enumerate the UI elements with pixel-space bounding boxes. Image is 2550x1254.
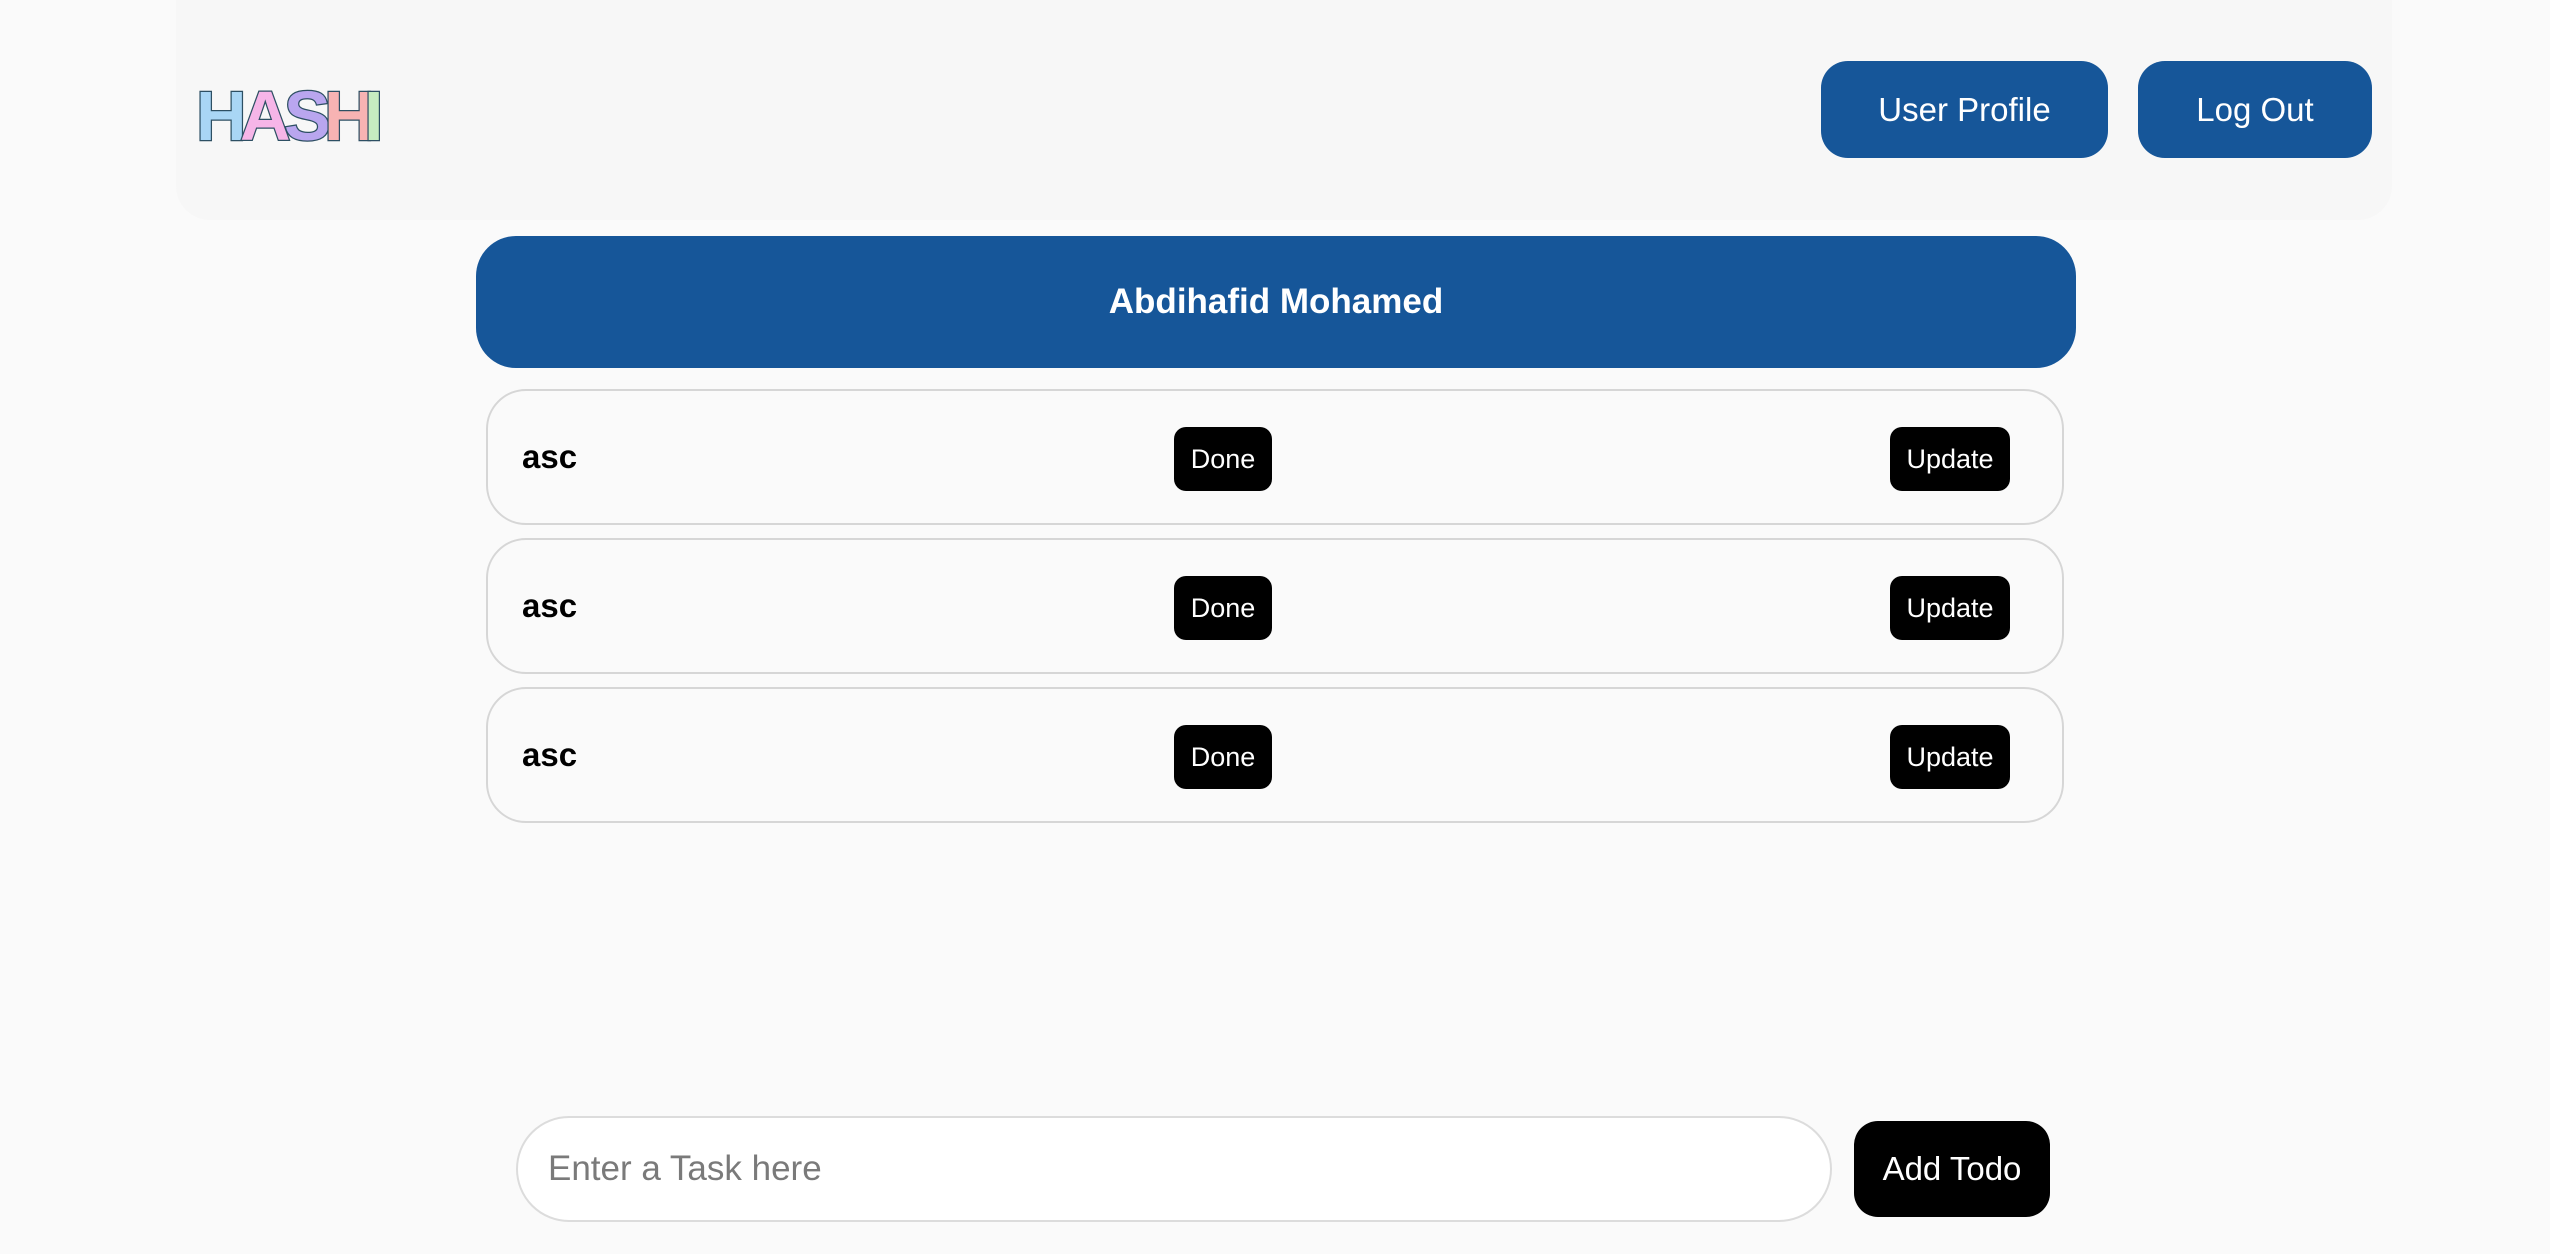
todo-text: asc bbox=[522, 438, 578, 475]
todo-text: asc bbox=[522, 736, 578, 773]
todo-item: asc Done Update bbox=[486, 687, 2064, 823]
update-button[interactable]: Update bbox=[1890, 427, 2010, 491]
done-button[interactable]: Done bbox=[1174, 427, 1272, 491]
update-button[interactable]: Update bbox=[1890, 576, 2010, 640]
user-profile-button[interactable]: User Profile bbox=[1821, 61, 2108, 158]
svg-text:H: H bbox=[196, 77, 247, 150]
todo-item: asc Done Update bbox=[486, 538, 2064, 674]
done-button[interactable]: Done bbox=[1174, 576, 1272, 640]
todo-text: asc bbox=[522, 587, 578, 624]
logout-button[interactable]: Log Out bbox=[2138, 61, 2372, 158]
update-button[interactable]: Update bbox=[1890, 725, 2010, 789]
task-input[interactable] bbox=[516, 1116, 1832, 1222]
add-todo-button[interactable]: Add Todo bbox=[1854, 1121, 2050, 1217]
user-banner: Abdihafid Mohamed bbox=[476, 236, 2076, 368]
svg-text:I: I bbox=[364, 77, 380, 150]
hashi-logo: H A S H I bbox=[195, 76, 380, 150]
done-button[interactable]: Done bbox=[1174, 725, 1272, 789]
todo-item: asc Done Update bbox=[486, 389, 2064, 525]
user-name: Abdihafid Mohamed bbox=[1108, 282, 1444, 321]
svg-text:A: A bbox=[240, 77, 291, 150]
